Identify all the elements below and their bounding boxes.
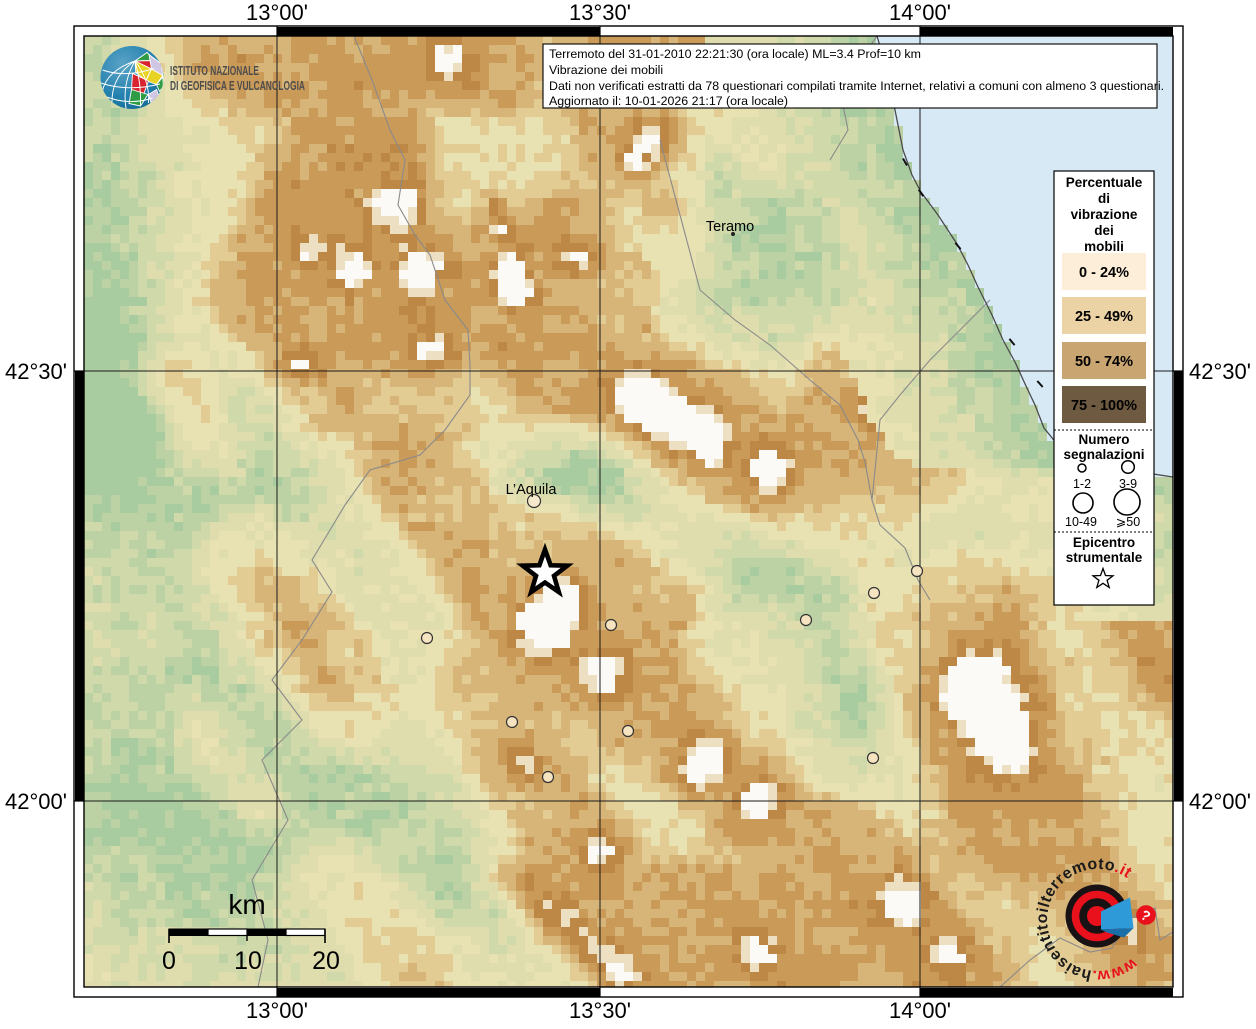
svg-text:10: 10 bbox=[234, 947, 262, 975]
svg-text:Teramo: Teramo bbox=[706, 219, 754, 235]
svg-text:dei: dei bbox=[1094, 223, 1114, 238]
svg-text:segnalazioni: segnalazioni bbox=[1063, 447, 1144, 462]
svg-text:42°00': 42°00' bbox=[1189, 789, 1251, 814]
svg-text:14°00': 14°00' bbox=[889, 0, 951, 25]
svg-text:mobili: mobili bbox=[1084, 239, 1124, 254]
svg-text:vibrazione: vibrazione bbox=[1071, 207, 1138, 222]
svg-text:13°30': 13°30' bbox=[569, 0, 631, 25]
svg-text:42°30': 42°30' bbox=[1189, 359, 1251, 384]
svg-text:42°00': 42°00' bbox=[5, 789, 67, 814]
svg-text:L’Aquila: L’Aquila bbox=[506, 482, 558, 498]
svg-text:⩾50: ⩾50 bbox=[1116, 515, 1140, 529]
svg-text:Aggiornato il: 10-01-2026 21:1: Aggiornato il: 10-01-2026 21:17 (ora loc… bbox=[549, 94, 788, 108]
svg-text:0 - 24%: 0 - 24% bbox=[1079, 265, 1129, 281]
svg-text:10-49: 10-49 bbox=[1065, 515, 1097, 529]
svg-text:Percentuale: Percentuale bbox=[1066, 175, 1143, 190]
svg-text:DI GEOFISICA E VULCANOLOGIA: DI GEOFISICA E VULCANOLOGIA bbox=[170, 78, 305, 93]
svg-text:13°00': 13°00' bbox=[246, 998, 308, 1023]
svg-text:50 - 74%: 50 - 74% bbox=[1075, 354, 1133, 370]
svg-text:42°30': 42°30' bbox=[5, 359, 67, 384]
svg-text:13°00': 13°00' bbox=[246, 0, 308, 25]
svg-text:di: di bbox=[1098, 191, 1110, 206]
svg-text:75 - 100%: 75 - 100% bbox=[1071, 398, 1137, 414]
svg-text:25 - 49%: 25 - 49% bbox=[1075, 309, 1133, 325]
svg-text:1-2: 1-2 bbox=[1073, 477, 1091, 491]
svg-text:strumentale: strumentale bbox=[1066, 550, 1143, 565]
svg-text:Dati non verificati estratti d: Dati non verificati estratti da 78 quest… bbox=[549, 79, 1164, 93]
svg-text:0: 0 bbox=[162, 947, 176, 975]
svg-text:Vibrazione dei mobili: Vibrazione dei mobili bbox=[549, 63, 663, 77]
svg-text:Terremoto del 31-01-2010 22:21: Terremoto del 31-01-2010 22:21:30 (ora l… bbox=[549, 47, 921, 61]
svg-text:20: 20 bbox=[312, 947, 340, 975]
svg-text:km: km bbox=[228, 889, 265, 920]
svg-text:13°30': 13°30' bbox=[569, 998, 631, 1023]
svg-text:Epicentro: Epicentro bbox=[1073, 535, 1135, 550]
svg-text:14°00': 14°00' bbox=[889, 998, 951, 1023]
svg-text:ISTITUTO NAZIONALE: ISTITUTO NAZIONALE bbox=[170, 63, 259, 78]
svg-text:Numero: Numero bbox=[1078, 432, 1129, 447]
